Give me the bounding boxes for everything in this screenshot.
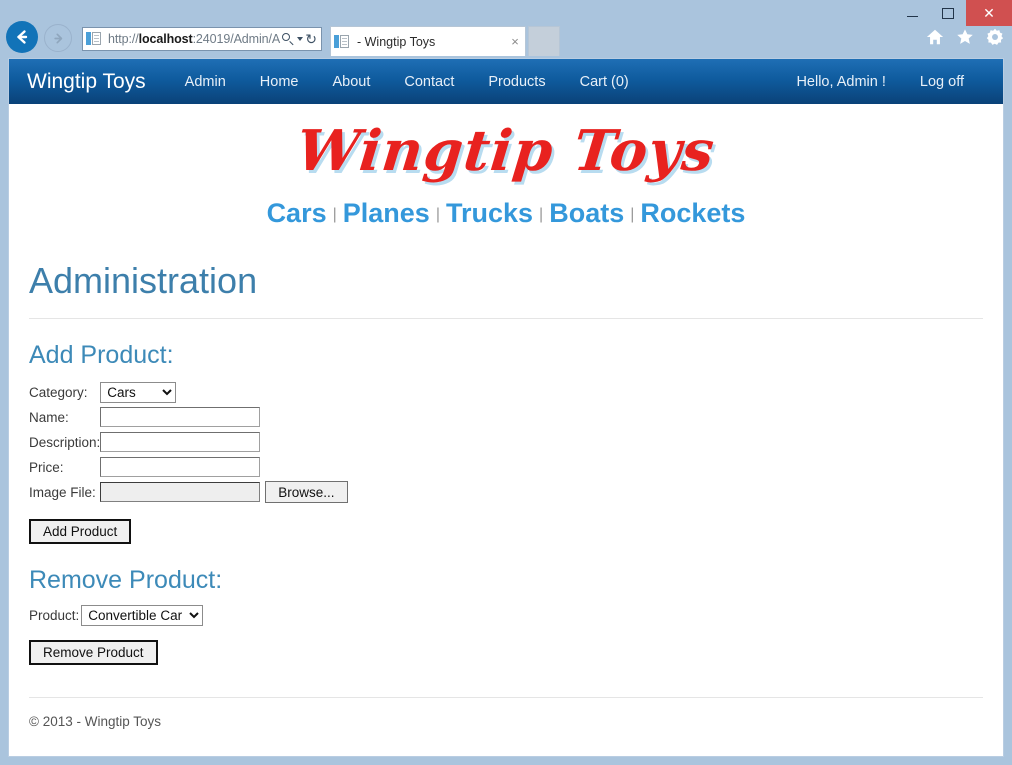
minimize-button[interactable] [894,0,930,26]
form-row-image-file: Image File: Browse... [29,480,348,505]
footer-copyright: © 2013 - Wingtip Toys [29,713,162,729]
address-url-text: http://localhost:24019/Admin/A [104,32,282,46]
remove-product-heading: Remove Product: [29,565,223,594]
add-product-heading: Add Product: [29,340,174,369]
label-category: Category: [29,384,88,400]
browse-button[interactable]: Browse... [265,481,348,504]
label-product: Product: [29,607,80,623]
close-window-button[interactable]: ✕ [966,0,1012,26]
remove-product-form: Product: Convertible Car Old-time Car Fa… [29,604,983,626]
back-button[interactable] [6,21,38,53]
tab-title: - Wingtip Toys [357,34,436,49]
label-name: Name: [29,409,69,425]
nav-user-area: Hello, Admin ! Log off [779,74,981,90]
site-logo: Wingtip Toys [293,118,719,184]
user-greeting-link[interactable]: Hello, Admin ! [779,74,902,90]
category-link-rockets[interactable]: Rockets [634,198,751,228]
back-arrow-icon [17,30,28,44]
remove-product-button[interactable]: Remove Product [29,639,158,665]
window-controls: ✕ [894,0,1012,26]
url-scheme: http:// [108,32,139,46]
title-divider [29,317,983,319]
category-link-cars[interactable]: Cars [261,198,333,228]
remove-product-button-row: Remove Product [29,639,983,665]
description-input[interactable] [100,432,261,453]
page-viewport: Wingtip Toys Admin Home About Contact Pr… [8,58,1004,757]
site-brand[interactable]: Wingtip Toys [27,70,146,94]
label-description: Description: [29,434,101,450]
forward-button[interactable] [44,24,72,52]
add-product-button[interactable]: Add Product [29,518,132,544]
add-product-button-row: Add Product [29,518,983,544]
search-icon[interactable] [282,32,295,46]
new-tab-button[interactable] [528,26,560,56]
label-image-file: Image File: [29,484,96,500]
price-input[interactable] [100,457,261,478]
browser-chrome: ✕ http://localhost:24019/Admin/A ↻ - Win… [0,0,1012,58]
chevron-down-icon[interactable] [297,37,304,41]
form-row-price: Price: [29,455,348,480]
page-content: Wingtip Toys Cars | Planes | Trucks | Boats | Ro… [9,104,1003,729]
product-select[interactable]: Convertible Car Old-time Car Fast Car [81,604,204,626]
form-row-category: Category: Cars Planes Trucks Boats Rocke… [29,380,348,405]
category-link-trucks[interactable]: Trucks [440,198,539,228]
page-icon [86,31,104,47]
maximize-button[interactable] [930,0,966,26]
nav-item-products[interactable]: Products [471,74,562,90]
cell-image-file-input: Browse... [100,480,348,505]
cell-description-input [100,430,347,455]
site-logo-container: Wingtip Toys [29,104,983,186]
address-bar-tools: ↻ [282,32,321,46]
tab-close-icon[interactable]: × [505,34,525,49]
cell-category-input: Cars Planes Trucks Boats Rockets [100,380,347,405]
address-bar[interactable]: http://localhost:24019/Admin/A ↻ [82,27,322,51]
tab-page-icon [334,34,352,50]
category-select[interactable]: Cars Planes Trucks Boats Rockets [100,381,177,403]
log-off-link[interactable]: Log off [903,74,981,90]
nav-item-about[interactable]: About [315,74,387,90]
forward-arrow-icon [53,33,62,44]
add-product-form: Category: Cars Planes Trucks Boats Rocke… [29,380,348,505]
nav-item-cart[interactable]: Cart (0) [563,74,646,90]
nav-links: Admin Home About Contact Products Cart (… [168,74,646,90]
star-icon[interactable] [956,28,974,46]
gear-icon[interactable] [986,28,1004,46]
chrome-toolbar-icons [926,28,1004,46]
image-file-input[interactable] [100,482,261,503]
site-navigation-bar: Wingtip Toys Admin Home About Contact Pr… [9,59,1003,104]
page-title: Administration [29,260,258,301]
refresh-icon[interactable]: ↻ [305,32,317,46]
home-icon[interactable] [926,28,944,46]
url-path: :24019/Admin/A [192,32,281,46]
nav-item-admin[interactable]: Admin [168,74,243,90]
name-input[interactable] [100,407,261,428]
cell-name-input [100,405,347,430]
url-host: localhost [138,32,193,46]
nav-item-contact[interactable]: Contact [387,74,471,90]
browser-window: ✕ http://localhost:24019/Admin/A ↻ - Win… [0,0,1012,765]
category-link-planes[interactable]: Planes [337,198,436,228]
form-row-description: Description: [29,430,348,455]
browser-tab[interactable]: - Wingtip Toys × [330,26,526,56]
form-row-name: Name: [29,405,348,430]
label-price: Price: [29,459,64,475]
category-link-boats[interactable]: Boats [543,198,630,228]
nav-item-home[interactable]: Home [243,74,316,90]
category-links: Cars | Planes | Trucks | Boats | Rockets [29,186,983,233]
cell-price-input [100,455,347,480]
